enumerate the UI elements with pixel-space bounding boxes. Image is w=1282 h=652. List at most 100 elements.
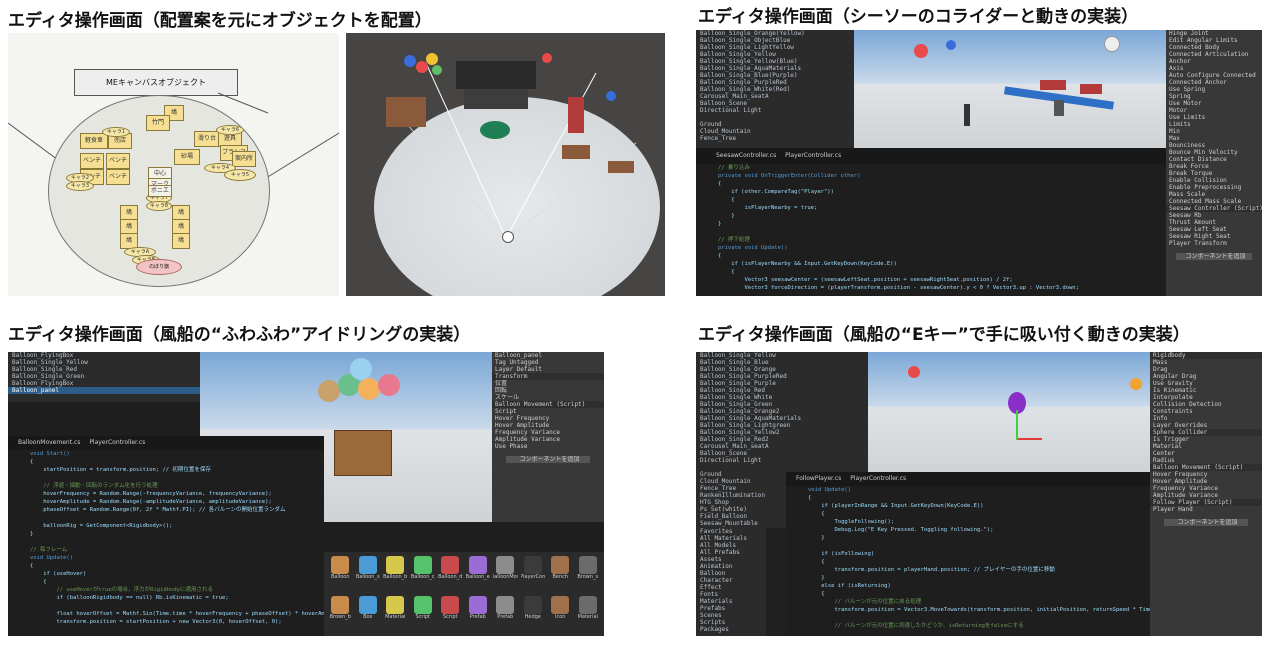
inspector-row[interactable]: Is Trigger: [1150, 436, 1262, 443]
inspector-row[interactable]: Axis: [1166, 65, 1262, 72]
asset-tile[interactable]: Balloon_e: [466, 556, 491, 593]
inspector-row[interactable]: Thrust Amount: [1166, 219, 1262, 226]
inspector-row[interactable]: Connected Articulation: [1166, 51, 1262, 58]
hierarchy-item[interactable]: Balloon_Single_Orange2: [696, 408, 868, 415]
code-editor[interactable]: void Update() { if (playerInRange && Inp…: [786, 486, 1150, 636]
hierarchy-item[interactable]: Balloon_Single_ObjectBlue: [696, 37, 854, 44]
tab-file[interactable]: PlayerController.cs: [850, 475, 906, 482]
asset-tile[interactable]: Material: [576, 595, 601, 633]
hierarchy-item[interactable]: Balloon_Single_Yellow: [8, 359, 200, 366]
folder-item[interactable]: All Materials: [696, 535, 766, 542]
hierarchy-item[interactable]: Balloon_Single_AquaMaterials: [696, 65, 854, 72]
player-gizmo[interactable]: [502, 231, 514, 243]
inspector-row[interactable]: Max: [1166, 135, 1262, 142]
code-editor[interactable]: void Start() { startPosition = transform…: [8, 450, 324, 636]
inspector-row[interactable]: Player Transform: [1166, 240, 1262, 247]
inspector-row[interactable]: Use Phase: [492, 443, 604, 450]
hierarchy-item[interactable]: Balloon_Single_Yellow(Blue): [696, 58, 854, 65]
hierarchy-item[interactable]: Balloon_Single_Yellow: [696, 51, 854, 58]
inspector-row[interactable]: Contact Distance: [1166, 156, 1262, 163]
asset-tile[interactable]: Box: [356, 595, 381, 633]
hierarchy-item[interactable]: [696, 464, 868, 471]
asset-tile[interactable]: Script: [411, 595, 436, 633]
hierarchy-item[interactable]: Balloon_Single_Red2: [696, 436, 868, 443]
hierarchy-item[interactable]: Balloon_Single_Green: [8, 373, 200, 380]
inspector-row[interactable]: Hover Amplitude: [1150, 478, 1262, 485]
hierarchy-item[interactable]: Fence_Tree: [696, 135, 854, 142]
folder-item[interactable]: Animation: [696, 563, 766, 570]
hierarchy-item[interactable]: Balloon_FlyingBox: [8, 352, 200, 359]
hierarchy-item[interactable]: Balloon_Scene: [696, 100, 854, 107]
inspector-row[interactable]: Layer Default: [492, 366, 604, 373]
asset-tile[interactable]: BalloonMov: [493, 556, 518, 593]
code-editor-tabs[interactable]: SeesawController.cs PlayerController.cs: [696, 148, 1166, 164]
hierarchy-item[interactable]: Cloud_Mountain: [696, 128, 854, 135]
inspector-row[interactable]: Break Force: [1166, 163, 1262, 170]
hierarchy-item[interactable]: Balloon_Single_Lightgreen: [696, 422, 868, 429]
asset-tile[interactable]: Bench: [548, 556, 573, 593]
player-gizmo[interactable]: [964, 104, 970, 126]
inspector-row[interactable]: Player Hand: [1150, 506, 1262, 513]
code-editor-tabs[interactable]: BalloonMovement.cs PlayerController.cs: [8, 436, 324, 450]
inspector-row[interactable]: Seesaw Rb: [1166, 212, 1262, 219]
add-component-button[interactable]: コンポーネントを追加: [506, 456, 590, 463]
folder-item[interactable]: All Prefabs: [696, 549, 766, 556]
hierarchy-item[interactable]: Balloon_Single_Red: [8, 366, 200, 373]
inspector-row[interactable]: Hover Frequency: [492, 415, 604, 422]
inspector-row[interactable]: Info: [1150, 415, 1262, 422]
inspector-row[interactable]: Frequency Variance: [492, 429, 604, 436]
hierarchy-item[interactable]: Balloon_panel: [8, 387, 200, 394]
add-component-button[interactable]: コンポーネントを追加: [1176, 253, 1252, 260]
inspector-row[interactable]: Enable Collision: [1166, 177, 1262, 184]
inspector-row[interactable]: スケール: [492, 394, 604, 401]
inspector-row[interactable]: Enable Preprocessing: [1166, 184, 1262, 191]
inspector-row[interactable]: Hover Amplitude: [492, 422, 604, 429]
hierarchy-item[interactable]: Balloon_Single_Green: [696, 401, 868, 408]
inspector-row[interactable]: Tag Untagged: [492, 359, 604, 366]
code-editor[interactable]: // 乗り込み private void OnTriggerEnter(Coll…: [696, 164, 1166, 296]
inspector-row[interactable]: Hover Frequency: [1150, 471, 1262, 478]
inspector-row[interactable]: Is Kinematic: [1150, 387, 1262, 394]
inspector-row[interactable]: Connected Body: [1166, 44, 1262, 51]
inspector-row[interactable]: Balloon_panel: [492, 352, 604, 359]
folder-item[interactable]: Character: [696, 577, 766, 584]
hierarchy-item[interactable]: Balloon_Single_Orange: [696, 366, 868, 373]
hierarchy-item[interactable]: [696, 114, 854, 121]
hierarchy-item[interactable]: Balloon_Single_Orange(Yellow): [696, 30, 854, 37]
inspector-row[interactable]: Angular Drag: [1150, 373, 1262, 380]
inspector-row[interactable]: Layer Overrides: [1150, 422, 1262, 429]
inspector-row[interactable]: Center: [1150, 450, 1262, 457]
hierarchy-item[interactable]: Balloon_FlyingBox: [8, 380, 200, 387]
folder-item[interactable]: Favorites: [696, 528, 766, 535]
hierarchy-item[interactable]: Balloon_Single_Blue(Purple): [696, 72, 854, 79]
asset-tile[interactable]: Balloon_d: [438, 556, 463, 593]
hierarchy-item[interactable]: Balloon_Single_White: [696, 394, 868, 401]
asset-tile[interactable]: Script: [438, 595, 463, 633]
inspector-row[interactable]: Bounciness: [1166, 142, 1262, 149]
hierarchy-panel[interactable]: Balloon_Single_Orange(Yellow) Balloon_Si…: [696, 30, 854, 148]
code-editor-tabs[interactable]: FollowPlayer.cs PlayerController.cs: [786, 472, 1150, 486]
inspector-row[interactable]: Collision Detection: [1150, 401, 1262, 408]
inspector-row[interactable]: Connected Mass Scale: [1166, 198, 1262, 205]
inspector-row[interactable]: Bounce Min Velocity: [1166, 149, 1262, 156]
inspector-row[interactable]: Edit Angular Limits: [1166, 37, 1262, 44]
scene-overview[interactable]: [346, 33, 665, 296]
add-component-button[interactable]: コンポーネントを追加: [1164, 519, 1248, 526]
folder-item[interactable]: Materials: [696, 598, 766, 605]
hierarchy-item[interactable]: Balloon_Single_PurpleRed: [696, 79, 854, 86]
asset-tile[interactable]: Balloon: [328, 556, 353, 593]
tab-file[interactable]: PlayerController.cs: [785, 152, 841, 159]
tab-file[interactable]: SeesawController.cs: [716, 152, 776, 159]
folder-item[interactable]: Scenes: [696, 612, 766, 619]
asset-tile[interactable]: Brown_b: [328, 595, 353, 633]
asset-tile[interactable]: Balloon_s: [356, 556, 381, 593]
gizmo-green[interactable]: [1016, 410, 1018, 440]
hierarchy-item[interactable]: Balloon_Single_Purple: [696, 380, 868, 387]
folder-item[interactable]: Scripts: [696, 619, 766, 626]
hierarchy-panel[interactable]: Balloon_FlyingBox Balloon_Single_Yellow …: [8, 352, 200, 402]
asset-tile[interactable]: Balloon_c: [411, 556, 436, 593]
inspector-row[interactable]: Mass Scale: [1166, 191, 1262, 198]
gizmo-red[interactable]: [1018, 438, 1042, 440]
inspector-row[interactable]: Constraints: [1150, 408, 1262, 415]
hierarchy-item[interactable]: Carousel_Main_seatA: [696, 443, 868, 450]
